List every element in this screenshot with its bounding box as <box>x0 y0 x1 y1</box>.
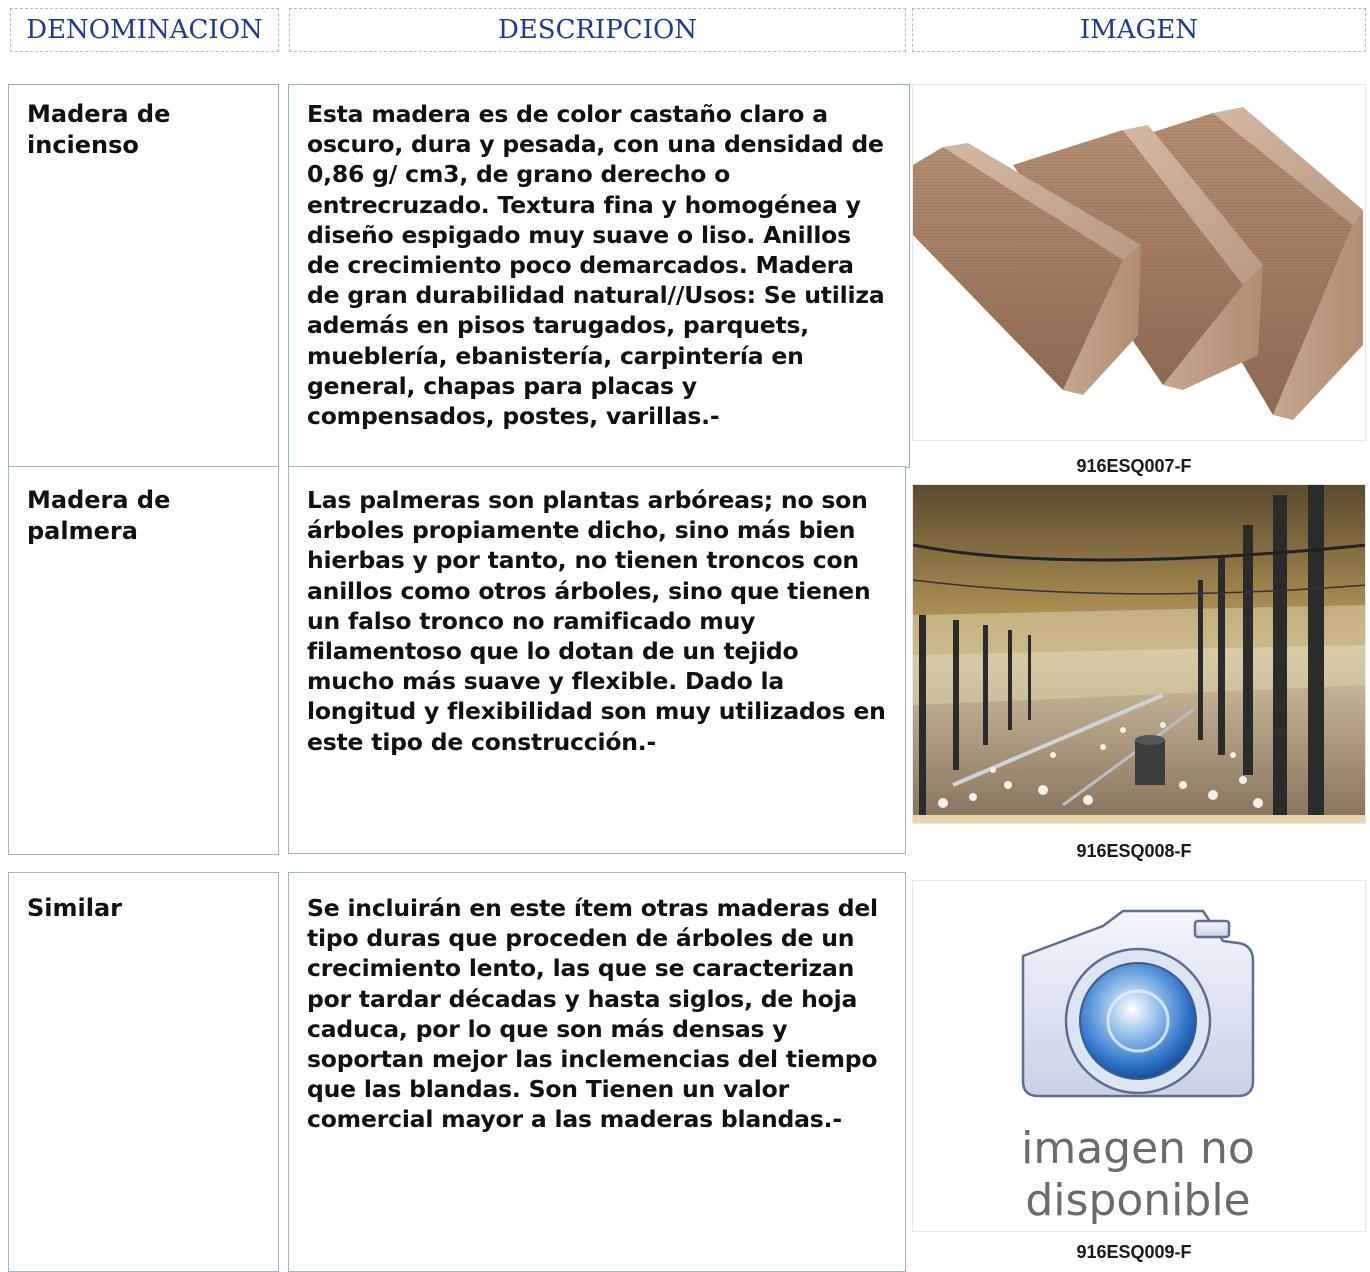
header-imagen: IMAGEN <box>912 8 1366 52</box>
material-description: Las palmeras son plantas arbóreas; no so… <box>307 486 886 756</box>
image-code: 916ESQ008-F <box>1076 841 1192 861</box>
camera-icon: imagen no disponible <box>1021 909 1255 1226</box>
poultry-shed-photo <box>912 484 1366 824</box>
material-name: Similar <box>27 894 123 922</box>
placeholder-text: disponible <box>1025 1175 1250 1226</box>
name-cell: Madera de palmera <box>8 466 279 855</box>
wood-blocks-photo <box>912 84 1366 441</box>
description-cell: Se incluirán en este ítem otras maderas … <box>288 872 906 1272</box>
wood-blocks-illustration <box>913 107 1363 420</box>
material-name: Madera de palmera <box>27 486 171 545</box>
material-description: Esta madera es de color castaño claro a … <box>307 100 885 431</box>
placeholder-text: imagen no <box>1021 1123 1255 1174</box>
description-cell: Las palmeras son plantas arbóreas; no so… <box>288 466 906 854</box>
header-denominacion: DENOMINACION <box>10 8 279 52</box>
poultry-shed-illustration <box>913 485 1365 823</box>
camera-placeholder: imagen no disponible <box>912 880 1366 1232</box>
image-code: 916ESQ007-F <box>1076 456 1192 476</box>
name-cell: Similar <box>8 872 279 1272</box>
name-cell: Madera de incienso <box>8 84 279 468</box>
description-cell: Esta madera es de color castaño claro a … <box>288 84 910 468</box>
image-code: 916ESQ009-F <box>1076 1242 1192 1262</box>
header-descripcion: DESCRIPCION <box>289 8 906 52</box>
material-name: Madera de incienso <box>27 100 171 159</box>
material-description: Se incluirán en este ítem otras maderas … <box>307 894 878 1134</box>
